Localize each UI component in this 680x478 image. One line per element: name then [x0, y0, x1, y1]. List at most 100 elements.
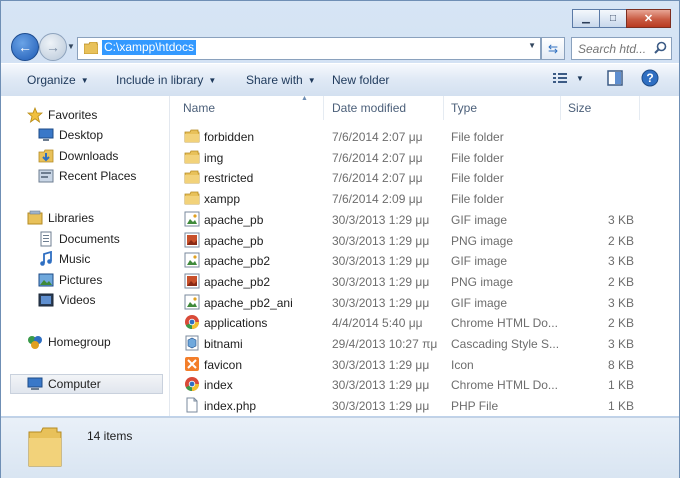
file-list: Name ▲ Date modified Type Size forbidden…	[170, 95, 679, 416]
view-options-icon	[553, 73, 567, 83]
view-dropdown-icon[interactable]: ▼	[576, 74, 584, 83]
file-row[interactable]: forbidden 7/6/2014 2:07 μμ File folder	[170, 126, 679, 146]
sidebar-item-downloads[interactable]: Downloads	[38, 146, 118, 166]
column-header-type[interactable]: Type	[451, 96, 477, 120]
sidebar-homegroup-label: Homegroup	[48, 335, 111, 349]
column-header-name[interactable]: Name	[183, 96, 215, 120]
column-divider[interactable]	[443, 96, 444, 120]
file-row[interactable]: apache_pb2 30/3/2013 1:29 μμ GIF image 3 KB	[170, 250, 679, 270]
command-bar: Organize ▼ Include in library ▼ Share with…	[1, 63, 679, 97]
file-date-modified: 30/3/2013 1:29 μμ	[332, 233, 430, 248]
sidebar-item-videos[interactable]: Videos	[38, 290, 95, 310]
file-row[interactable]: apache_pb 30/3/2013 1:29 μμ GIF image 3 KB	[170, 209, 679, 229]
file-name: xampp	[204, 192, 241, 207]
search-icon[interactable]	[654, 41, 667, 54]
file-row[interactable]: index 30/3/2013 1:29 μμ Chrome HTML Do... 1…	[170, 374, 679, 394]
file-row[interactable]: bitnami 29/4/2013 10:27 πμ Cascading Style…	[170, 333, 679, 353]
column-divider[interactable]	[323, 96, 324, 120]
file-row[interactable]: apache_pb2_ani 30/3/2013 1:29 μμ GIF image…	[170, 292, 679, 312]
explorer-window: ▁ □ ✕ ← → ▼ C:\xampp\htdocs ▼ ⇆ Organize…	[0, 0, 680, 478]
file-row[interactable]: favicon 30/3/2013 1:29 μμ Icon 8 KB	[170, 354, 679, 374]
sidebar-computer[interactable]: Computer	[27, 374, 101, 394]
forward-button[interactable]: →	[39, 33, 67, 61]
folder-icon	[84, 42, 98, 54]
file-date-modified: 30/3/2013 1:29 μμ	[332, 295, 430, 310]
file-row[interactable]: index.php 30/3/2013 1:29 μμ PHP File 1 KB	[170, 395, 679, 415]
file-name: apache_pb	[204, 212, 264, 227]
search-input[interactable]	[576, 41, 655, 57]
back-arrow-icon: ←	[18, 39, 32, 55]
preview-pane-icon	[607, 70, 623, 86]
file-size	[568, 191, 634, 207]
sidebar-item-music[interactable]: Music	[38, 249, 90, 269]
sidebar-item-documents[interactable]: Documents	[38, 229, 120, 249]
file-date-modified: 4/4/2014 5:40 μμ	[332, 316, 423, 331]
libraries-icon	[27, 210, 43, 226]
column-header-size[interactable]: Size	[568, 96, 591, 120]
new-folder-button[interactable]: New folder	[332, 73, 389, 87]
file-name: applications	[204, 316, 268, 331]
recent-pages-dropdown[interactable]: ▼	[67, 42, 75, 51]
file-size: 2 KB	[607, 233, 634, 248]
address-path[interactable]: C:\xampp\htdocs	[102, 40, 197, 55]
file-row[interactable]: xampp 7/6/2014 2:09 μμ File folder	[170, 188, 679, 208]
sidebar-item-label: Videos	[59, 293, 96, 307]
sidebar-favorites[interactable]: Favorites	[27, 105, 97, 125]
file-size	[568, 170, 634, 186]
chrome-icon	[184, 314, 200, 330]
file-date-modified: 30/3/2013 1:29 μμ	[332, 274, 430, 289]
refresh-button[interactable]: ⇆	[541, 37, 565, 60]
address-dropdown-icon[interactable]: ▼	[528, 41, 536, 50]
column-divider[interactable]	[560, 96, 561, 120]
file-size: 1 KB	[607, 399, 634, 414]
sidebar-libraries[interactable]: Libraries	[27, 208, 94, 228]
folder-icon	[184, 169, 200, 185]
share-with-button[interactable]: Share with ▼	[246, 73, 316, 87]
refresh-icon: ⇆	[547, 41, 559, 56]
help-button[interactable]: ?	[641, 69, 659, 90]
folder-icon	[184, 128, 200, 144]
file-name: apache_pb2_ani	[204, 295, 293, 310]
documents-icon	[38, 231, 54, 247]
file-size: 3 KB	[607, 295, 634, 310]
maximize-button[interactable]: □	[599, 9, 627, 28]
file-date-modified: 30/3/2013 1:29 μμ	[332, 254, 430, 269]
recent-places-icon	[38, 168, 54, 184]
file-type: PHP File	[451, 399, 499, 414]
organize-button[interactable]: Organize ▼	[27, 73, 89, 87]
file-name: index.php	[204, 399, 257, 414]
include-in-library-button[interactable]: Include in library ▼	[116, 73, 216, 87]
file-row[interactable]: applications 4/4/2014 5:40 μμ Chrome HTML …	[170, 312, 679, 332]
close-button[interactable]: ✕	[626, 9, 671, 28]
sidebar-item-recent-places[interactable]: Recent Places	[38, 166, 136, 186]
search-box[interactable]	[571, 37, 672, 60]
file-size: 2 KB	[607, 316, 634, 331]
preview-pane-button[interactable]	[607, 70, 623, 89]
sidebar-item-label: Pictures	[59, 273, 103, 287]
chevron-down-icon: ▼	[307, 76, 316, 85]
file-date-modified: 30/3/2013 1:29 μμ	[332, 378, 430, 393]
file-row[interactable]: restricted 7/6/2014 2:07 μμ File folder	[170, 167, 679, 187]
file-row[interactable]: apache_pb 30/3/2013 1:29 μμ PNG image 2 KB	[170, 230, 679, 250]
file-date-modified: 30/3/2013 1:29 μμ	[332, 357, 430, 372]
include-in-library-label: Include in library	[116, 73, 204, 87]
back-button[interactable]: ←	[11, 33, 39, 61]
address-bar[interactable]: C:\xampp\htdocs ▼	[77, 37, 541, 60]
forward-arrow-icon: →	[46, 39, 60, 55]
sidebar-libraries-label: Libraries	[48, 211, 95, 225]
navigation-bar: ← → ▼ C:\xampp\htdocs ▼ ⇆	[1, 33, 679, 61]
sidebar-item-pictures[interactable]: Pictures	[38, 270, 102, 290]
column-divider[interactable]	[639, 96, 640, 120]
file-row[interactable]: apache_pb2 30/3/2013 1:29 μμ PNG image 2 KB	[170, 271, 679, 291]
file-size: 2 KB	[607, 274, 634, 289]
minimize-button[interactable]: ▁	[572, 9, 600, 28]
navigation-pane: Favorites Desktop Downloads Recent Place…	[1, 96, 170, 416]
sidebar-homegroup[interactable]: Homegroup	[27, 332, 111, 352]
chevron-down-icon: ▼	[80, 76, 89, 85]
sidebar-item-desktop[interactable]: Desktop	[38, 125, 103, 145]
column-header-date[interactable]: Date modified	[332, 96, 406, 120]
change-view-button[interactable]	[552, 70, 568, 89]
file-name: img	[204, 150, 224, 165]
file-row[interactable]: img 7/6/2014 2:07 μμ File folder	[170, 147, 679, 167]
details-pane: 14 items	[1, 417, 679, 478]
